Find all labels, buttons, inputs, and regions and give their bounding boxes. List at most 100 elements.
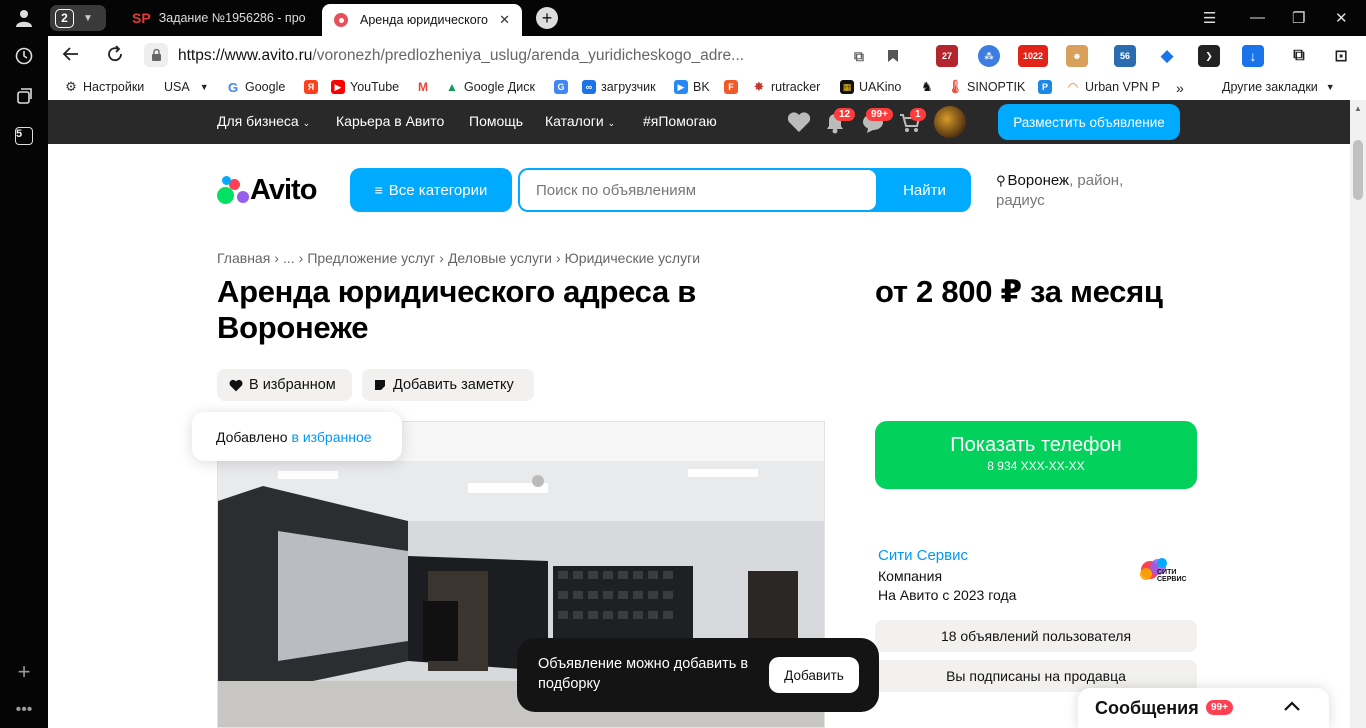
site-top-nav: Для бизнеса ⌄ Карьера в Авито Помощь Кат… bbox=[48, 100, 1350, 144]
add-note-button[interactable]: Добавить заметку bbox=[362, 369, 534, 401]
post-ad-button[interactable]: Разместить объявление bbox=[998, 104, 1180, 140]
breadcrumb-item[interactable]: Главная bbox=[217, 250, 270, 266]
bookmark-sinoptik[interactable]: 🌡 SINOPTIK bbox=[947, 79, 1026, 94]
add-to-collection-button[interactable]: Добавить bbox=[769, 657, 859, 693]
search-button[interactable]: Найти bbox=[878, 168, 971, 212]
bookmark-f[interactable]: F bbox=[724, 80, 743, 94]
nav-career[interactable]: Карьера в Авито bbox=[336, 113, 444, 129]
favorites-heart-icon[interactable] bbox=[787, 111, 811, 139]
lock-icon[interactable] bbox=[144, 43, 168, 67]
minimize-icon[interactable]: — bbox=[1250, 9, 1265, 26]
nav-business[interactable]: Для бизнеса ⌄ bbox=[217, 113, 310, 129]
download-icon[interactable]: ↓ bbox=[1242, 45, 1264, 67]
extension-1-icon[interactable]: 27 bbox=[936, 45, 958, 67]
search-input[interactable] bbox=[520, 170, 876, 210]
bookmark-p[interactable]: P bbox=[1038, 80, 1057, 94]
bookmark-youtube[interactable]: ▶ YouTube bbox=[331, 80, 399, 94]
collections-icon[interactable] bbox=[12, 84, 36, 108]
avito-favicon-icon bbox=[334, 13, 348, 27]
extension-5-icon[interactable]: 56 bbox=[1114, 45, 1136, 67]
bookmark-uakino[interactable]: ▦ UAKino bbox=[840, 80, 901, 94]
tab-task[interactable]: SP Задание №1956286 - про bbox=[120, 2, 316, 34]
url-path: /voronezh/predlozheniya_uslug/arenda_yur… bbox=[312, 47, 745, 64]
bookmark-label: SINOPTIK bbox=[967, 80, 1026, 94]
bookmark-other[interactable]: Другие закладки ▼ bbox=[1222, 80, 1335, 94]
toast-favorites-link[interactable]: в избранное bbox=[292, 429, 372, 445]
avatar[interactable] bbox=[934, 106, 966, 138]
favorite-toast: Добавлено в избранное bbox=[192, 412, 402, 461]
new-tab-button[interactable]: + bbox=[536, 7, 558, 29]
favorite-label: В избранном bbox=[249, 377, 336, 393]
extension-6-icon[interactable]: ◆ bbox=[1156, 45, 1178, 67]
location-selector[interactable]: ⚲ Воронеж, район, радиус bbox=[996, 171, 1156, 211]
bookmark-settings[interactable]: ⚙ Настройки bbox=[64, 79, 144, 94]
chevron-down-icon: ⌄ bbox=[607, 118, 616, 128]
bookmark-google-drive[interactable]: ▲ Google Диск bbox=[445, 80, 535, 94]
avito-logo[interactable]: Avito bbox=[217, 174, 317, 207]
restore-icon[interactable]: ❐ bbox=[1292, 9, 1305, 27]
location-city: Воронеж bbox=[1007, 172, 1070, 189]
page-scrollbar[interactable]: ▲ bbox=[1350, 100, 1366, 728]
show-phone-button[interactable]: Показать телефон 8 934 XXX-XX-XX bbox=[875, 421, 1197, 489]
url-field[interactable]: https://www.avito.ru/voronezh/predlozhen… bbox=[178, 47, 744, 65]
extension-4-icon[interactable]: ☻ bbox=[1066, 45, 1088, 67]
scrollbar-thumb[interactable] bbox=[1353, 140, 1363, 200]
close-tab-icon[interactable]: ✕ bbox=[499, 12, 510, 28]
seller-name-link[interactable]: Сити Сервис bbox=[878, 547, 968, 564]
nav-label: Каталоги bbox=[545, 113, 604, 129]
bookmark-rutracker[interactable]: ✸ rutracker bbox=[752, 79, 820, 94]
add-panel-icon[interactable]: + bbox=[12, 659, 36, 684]
nav-help[interactable]: Помощь bbox=[469, 113, 523, 129]
breadcrumb-item[interactable]: ... bbox=[283, 250, 295, 266]
extension-3-icon[interactable]: 1022 bbox=[1018, 45, 1048, 67]
url-host: https://www.avito.ru bbox=[178, 47, 313, 64]
extensions-icon[interactable]: ⧉ bbox=[1288, 45, 1310, 67]
translate-icon[interactable]: ⧉ bbox=[848, 45, 870, 67]
messages-widget[interactable]: Сообщения 99+ bbox=[1078, 688, 1329, 728]
history-icon[interactable] bbox=[12, 44, 36, 68]
bookmarks-overflow-icon[interactable]: » bbox=[1176, 80, 1184, 96]
bookmark-translate[interactable]: G bbox=[554, 80, 573, 94]
screenshot-icon[interactable]: ⊡ bbox=[1330, 45, 1352, 67]
reload-icon[interactable] bbox=[106, 45, 124, 69]
profile-icon[interactable] bbox=[12, 6, 36, 30]
bookmark-urban-vpn[interactable]: ◠ Urban VPN P bbox=[1066, 80, 1160, 94]
breadcrumb-item[interactable]: Деловые услуги bbox=[448, 250, 552, 266]
location-pin-icon: ⚲ bbox=[996, 173, 1006, 188]
bookmark-label: USA bbox=[164, 80, 190, 94]
bookmark-gmail[interactable]: M bbox=[416, 80, 435, 94]
scroll-up-icon[interactable]: ▲ bbox=[1354, 104, 1362, 113]
breadcrumb-item[interactable]: Юридические услуги bbox=[565, 250, 700, 266]
bookmark-usa[interactable]: USA ▼ bbox=[164, 80, 209, 94]
chess-icon: ♞ bbox=[920, 79, 934, 94]
extension-5-badge: 56 bbox=[1119, 51, 1130, 61]
yandex-icon: Я bbox=[304, 80, 318, 94]
bookmark-google[interactable]: G Google bbox=[226, 80, 285, 95]
back-icon[interactable] bbox=[62, 45, 80, 69]
tab-avito[interactable]: Аренда юридического ✕ bbox=[322, 4, 522, 36]
extension-2-icon[interactable]: ⁂ bbox=[978, 45, 1000, 67]
close-window-icon[interactable]: ✕ bbox=[1335, 9, 1348, 27]
nav-help-tag[interactable]: #яПомогаю bbox=[643, 113, 717, 129]
seller-listings-button[interactable]: 18 объявлений пользователя bbox=[875, 620, 1197, 652]
menu-icon[interactable]: ☰ bbox=[1203, 9, 1216, 27]
all-categories-button[interactable]: ≡ Все категории bbox=[350, 168, 512, 212]
nav-catalogs[interactable]: Каталоги ⌄ bbox=[545, 113, 615, 129]
bookmark-loader[interactable]: ∞ загрузчик bbox=[582, 80, 656, 94]
extension-7-icon[interactable]: ❯ bbox=[1198, 45, 1220, 67]
favorite-button[interactable]: В избранном bbox=[217, 369, 352, 401]
tab-count-button[interactable]: 2 ▼ bbox=[50, 5, 106, 31]
bookmark-label: Google Диск bbox=[464, 80, 535, 94]
bookmark-yandex[interactable]: Я bbox=[304, 80, 323, 94]
bookmark-icon[interactable] bbox=[882, 45, 904, 67]
rutracker-icon: ✸ bbox=[752, 79, 766, 94]
breadcrumb-item[interactable]: Предложение услуг bbox=[307, 250, 435, 266]
chevron-up-icon[interactable] bbox=[1283, 696, 1301, 717]
more-icon[interactable]: ••• bbox=[12, 698, 36, 722]
sidebar-counter-button[interactable]: 5 bbox=[12, 124, 36, 148]
bookmark-vk[interactable]: ▶ BK bbox=[674, 80, 710, 94]
seller-logo[interactable]: СИТИ СЕРВИС bbox=[1136, 556, 1196, 588]
bookmark-label: UAKino bbox=[859, 80, 902, 94]
bookmark-chess[interactable]: ♞ bbox=[920, 79, 939, 94]
bookmark-label: Другие закладки bbox=[1222, 80, 1318, 94]
